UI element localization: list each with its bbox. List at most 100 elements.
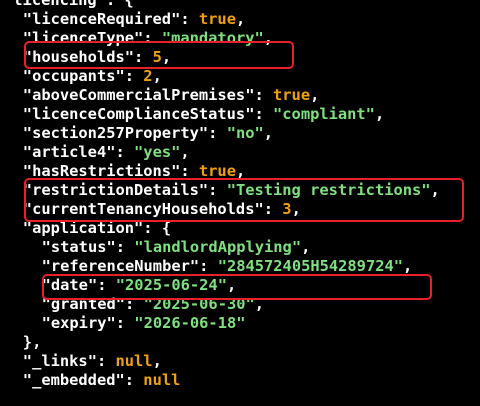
key-separator: ": xyxy=(254,200,283,218)
json-line-article4: "article4": "yes", xyxy=(23,143,190,162)
comma: , xyxy=(235,162,246,180)
comma: , xyxy=(263,124,274,142)
quote: " xyxy=(41,295,51,313)
json-line-_links: "_links": null, xyxy=(23,352,162,371)
json-value: true xyxy=(198,10,236,28)
comma: , xyxy=(161,48,172,66)
key-separator: ": xyxy=(115,295,144,313)
json-line-referenceNumber: "referenceNumber": "284572405H54289724", xyxy=(42,257,413,276)
key-separator: ": xyxy=(198,124,227,142)
key-separator: ": xyxy=(134,29,162,47)
json-key: article4 xyxy=(32,143,107,161)
key-separator: ": xyxy=(87,352,116,370)
json-line-occupants: "occupants": 2, xyxy=(23,67,162,86)
json-line-application: "application": { xyxy=(23,219,171,238)
quote: " xyxy=(4,0,14,9)
json-value: "mandatory" xyxy=(161,29,264,47)
json-value: "2025-06-24" xyxy=(115,276,227,294)
key-separator: ": xyxy=(171,162,199,180)
json-line-licenceType: "licenceType": "mandatory", xyxy=(23,29,273,48)
json-key: status xyxy=(50,238,107,256)
json-line-status: "status": "landlordApplying", xyxy=(42,238,311,257)
json-key: expiry xyxy=(50,314,107,332)
json-line-licenceRequired: "licenceRequired": true, xyxy=(23,10,245,29)
json-key: section257Property xyxy=(32,124,199,142)
quote: " xyxy=(41,276,51,294)
json-viewer: "licencing": {"licenceRequired": true, "l… xyxy=(0,0,480,406)
key-separator: ": xyxy=(87,276,116,294)
json-value: "284572405H54289724" xyxy=(217,257,404,275)
comma: , xyxy=(430,181,440,199)
quote: " xyxy=(22,200,33,218)
json-line-expiry: "expiry": "2026-06-18" xyxy=(42,314,246,333)
json-value: "landlordApplying" xyxy=(134,238,302,256)
json-key: _links xyxy=(32,352,88,370)
open-brace: { xyxy=(161,219,172,237)
json-key: occupants xyxy=(32,67,116,85)
quote: " xyxy=(22,124,33,142)
json-line-currentTenancyHouseholds: "currentTenancyHouseholds": 3, xyxy=(23,200,301,219)
json-value: null xyxy=(115,352,153,370)
json-line-section257Property: "section257Property": "no", xyxy=(23,124,273,143)
json-key: licenceRequired xyxy=(32,10,172,28)
quote: " xyxy=(22,143,33,161)
key-separator: ": xyxy=(134,219,162,237)
quote: " xyxy=(22,352,33,370)
key-separator: ": xyxy=(106,143,135,161)
quote: " xyxy=(22,29,33,47)
json-key: aboveCommercialPremises xyxy=(32,86,246,104)
key-separator: ": xyxy=(171,10,199,28)
json-value: "2025-06-30" xyxy=(143,295,255,313)
quote: " xyxy=(22,105,33,123)
quote: " xyxy=(22,86,33,104)
json-line-close: }, xyxy=(23,333,42,352)
quote: " xyxy=(22,219,33,237)
key-separator: ": xyxy=(189,257,218,275)
comma: , xyxy=(152,352,162,370)
open-brace: { xyxy=(124,0,134,9)
key-separator: ": xyxy=(106,314,135,332)
key-separator: ": xyxy=(124,48,153,66)
json-key: licenceComplianceStatus xyxy=(32,105,246,123)
key-separator: ": xyxy=(96,0,125,9)
key-separator: ": xyxy=(245,105,274,123)
json-value: 3 xyxy=(282,200,292,218)
json-key: application xyxy=(32,219,135,237)
json-key: _embedded xyxy=(32,371,116,389)
json-line-granted: "granted": "2025-06-30", xyxy=(42,295,264,314)
key-separator: ": xyxy=(245,86,274,104)
json-line-hasRestrictions: "hasRestrictions": true, xyxy=(23,162,245,181)
json-value: "2026-06-18" xyxy=(134,314,246,332)
json-value: 5 xyxy=(152,48,162,66)
json-line-_embedded: "_embedded": null xyxy=(23,371,181,390)
quote: " xyxy=(22,162,33,180)
quote: " xyxy=(41,314,51,332)
json-key: currentTenancyHouseholds xyxy=(32,200,255,218)
comma: , xyxy=(254,295,265,313)
json-value: "yes" xyxy=(134,143,181,161)
json-line-licenceComplianceStatus: "licenceComplianceStatus": "compliant", xyxy=(23,105,384,124)
json-value: "compliant" xyxy=(273,105,375,123)
comma: , xyxy=(301,238,311,256)
json-value: true xyxy=(273,86,311,104)
json-key: households xyxy=(32,48,125,66)
json-key: licencing xyxy=(13,0,97,9)
json-value: true xyxy=(198,162,236,180)
quote: " xyxy=(41,257,51,275)
quote: " xyxy=(22,67,33,85)
json-line-households: "households": 5, xyxy=(23,48,171,67)
comma: , xyxy=(226,276,237,294)
comma: , xyxy=(235,10,246,28)
key-separator: ": xyxy=(198,181,227,199)
comma: , xyxy=(263,29,274,47)
quote: " xyxy=(22,181,33,199)
json-key: referenceNumber xyxy=(50,257,190,275)
json-key: date xyxy=(50,276,88,294)
json-key: granted xyxy=(50,295,116,313)
quote: " xyxy=(41,238,51,256)
json-line-date: "date": "2025-06-24", xyxy=(42,276,237,295)
comma: , xyxy=(291,200,301,218)
quote: " xyxy=(22,48,33,66)
json-key: licenceType xyxy=(32,29,135,47)
json-line-restrictionDetails: "restrictionDetails": "Testing restricti… xyxy=(23,181,440,200)
